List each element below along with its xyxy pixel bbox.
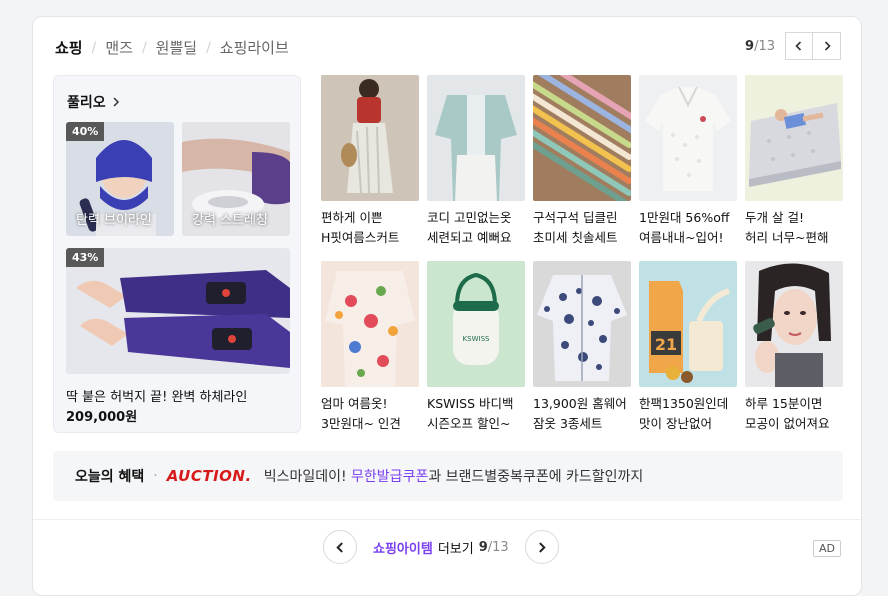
- tab-mens[interactable]: 맨즈: [105, 37, 133, 58]
- product-caption: 구석구석 딥클린 초미세 칫솔세트: [533, 210, 618, 245]
- chevron-left-icon: [335, 541, 343, 553]
- featured-brand-panel: 풀리오 40% 탄력 브이라인 강력 스트레칭 43% 딱 붙은 허벅지 끝! …: [53, 75, 301, 433]
- product-item[interactable]: 13,900원 홈웨어 잠옷 3종세트: [533, 261, 631, 434]
- protein-drink-photo-icon: 21: [639, 261, 737, 387]
- svg-text:21: 21: [655, 335, 677, 354]
- product-caption: 편하게 이쁜 H핏여름스커트: [321, 210, 400, 245]
- brand-name: 풀리오: [67, 95, 106, 111]
- more-suffix: 더보기: [437, 541, 474, 557]
- footer-divider: [33, 519, 861, 520]
- benefit-text: 빅스마일데이! 무한발급쿠폰과 브랜드별중복쿠폰에 카드할인까지: [263, 469, 644, 485]
- thumb-label: 강력 스트레칭: [192, 213, 268, 228]
- category-tabs: 쇼핑 / 맨즈 / 원쁠딜 / 쇼핑라이브: [55, 37, 289, 58]
- product-caption: 두개 살 걸! 허리 너무~편해: [745, 210, 829, 245]
- benefit-label: 오늘의 혜택: [75, 469, 145, 485]
- prev-page-button[interactable]: [785, 32, 813, 60]
- chevron-left-icon: [795, 41, 802, 51]
- product-caption: KSWISS 바디백 시즌오프 할인~: [427, 396, 514, 431]
- product-item[interactable]: 코디 고민없는옷 세련되고 예뻐요: [427, 75, 525, 248]
- brand-link[interactable]: 풀리오: [67, 92, 120, 112]
- product-caption: 13,900원 홈웨어 잠옷 3종세트: [533, 396, 627, 431]
- feature-thumb-stretch[interactable]: 강력 스트레칭: [182, 122, 290, 236]
- feature-main-image[interactable]: 43%: [66, 248, 290, 374]
- ad-badge[interactable]: AD: [813, 540, 841, 557]
- chevron-right-icon: [539, 541, 546, 553]
- footer-pager: 쇼핑아이템 더보기 9/13: [323, 530, 559, 564]
- tab-separator: /: [91, 39, 97, 56]
- product-item[interactable]: 21 한팩1350원인데 맛이 장난없어: [639, 261, 737, 434]
- toothbrush-photo-icon: [533, 75, 631, 201]
- shopping-card: 쇼핑 / 맨즈 / 원쁠딜 / 쇼핑라이브 9/13 풀리오 40% 탄력 브이…: [32, 16, 862, 596]
- product-caption: 1만원대 56%off 여름내내~입어!: [639, 210, 730, 245]
- long-skirt-photo-icon: [321, 75, 419, 201]
- feature-title[interactable]: 딱 붙은 허벅지 끝! 완벽 하체라인: [66, 386, 247, 405]
- product-item[interactable]: 하루 15분이면 모공이 없어져요: [745, 261, 843, 434]
- product-item[interactable]: KSWISS KSWISS 바디백 시즌오프 할인~: [427, 261, 525, 434]
- feature-price: 209,000원: [66, 410, 138, 425]
- chevron-right-icon: [113, 97, 119, 107]
- tab-separator: /: [141, 39, 147, 56]
- tab-shopping[interactable]: 쇼핑: [55, 37, 83, 58]
- product-caption: 엄마 여름옷! 3만원대~ 인견: [321, 396, 401, 431]
- next-page-button[interactable]: [813, 32, 841, 60]
- more-label: 쇼핑아이템: [373, 541, 433, 557]
- tab-shopping-live[interactable]: 쇼핑라이브: [220, 37, 289, 58]
- product-item[interactable]: 엄마 여름옷! 3만원대~ 인견: [321, 261, 419, 434]
- shirt-set-photo-icon: [427, 75, 525, 201]
- chevron-right-icon: [824, 41, 831, 51]
- product-item[interactable]: 구석구석 딥클린 초미세 칫솔세트: [533, 75, 631, 248]
- page-indicator: 9/13: [745, 38, 775, 54]
- knit-top-photo-icon: [639, 75, 737, 201]
- body-bag-photo-icon: KSWISS: [427, 261, 525, 387]
- discount-badge: 43%: [66, 248, 105, 267]
- pager: 9/13: [745, 32, 841, 60]
- beauty-device-photo-icon: [745, 261, 843, 387]
- coupon-link[interactable]: 무한발급쿠폰: [351, 469, 428, 485]
- feature-thumb-vline[interactable]: 40% 탄력 브이라인: [66, 122, 174, 236]
- auction-logo: AUCTION.: [166, 467, 252, 485]
- discount-badge: 40%: [66, 122, 105, 141]
- product-item[interactable]: 편하게 이쁜 H핏여름스커트: [321, 75, 419, 248]
- today-benefit-banner[interactable]: 오늘의 혜택 · AUCTION. 빅스마일데이! 무한발급쿠폰과 브랜드별중복…: [53, 451, 843, 501]
- tab-one-plus-deal[interactable]: 원쁠딜: [156, 37, 197, 58]
- product-item[interactable]: 두개 살 걸! 허리 너무~편해: [745, 75, 843, 248]
- footer-prev-button[interactable]: [323, 530, 357, 564]
- mattress-photo-icon: [745, 75, 843, 201]
- svg-text:KSWISS: KSWISS: [463, 335, 490, 343]
- tab-separator: /: [206, 39, 211, 56]
- separator-dot: ·: [153, 468, 158, 484]
- pajama-photo-icon: [533, 261, 631, 387]
- footer-next-button[interactable]: [524, 530, 559, 564]
- footer-page-indicator: 9/13: [478, 539, 509, 555]
- floral-blouse-photo-icon: [321, 261, 419, 387]
- product-caption: 코디 고민없는옷 세련되고 예뻐요: [427, 210, 512, 245]
- more-items-link[interactable]: 쇼핑아이템 더보기 9/13: [373, 538, 509, 557]
- thumb-label: 탄력 브이라인: [76, 213, 152, 228]
- product-caption: 한팩1350원인데 맛이 장난없어: [639, 396, 729, 431]
- product-caption: 하루 15분이면 모공이 없어져요: [745, 396, 830, 431]
- product-item[interactable]: 1만원대 56%off 여름내내~입어!: [639, 75, 737, 248]
